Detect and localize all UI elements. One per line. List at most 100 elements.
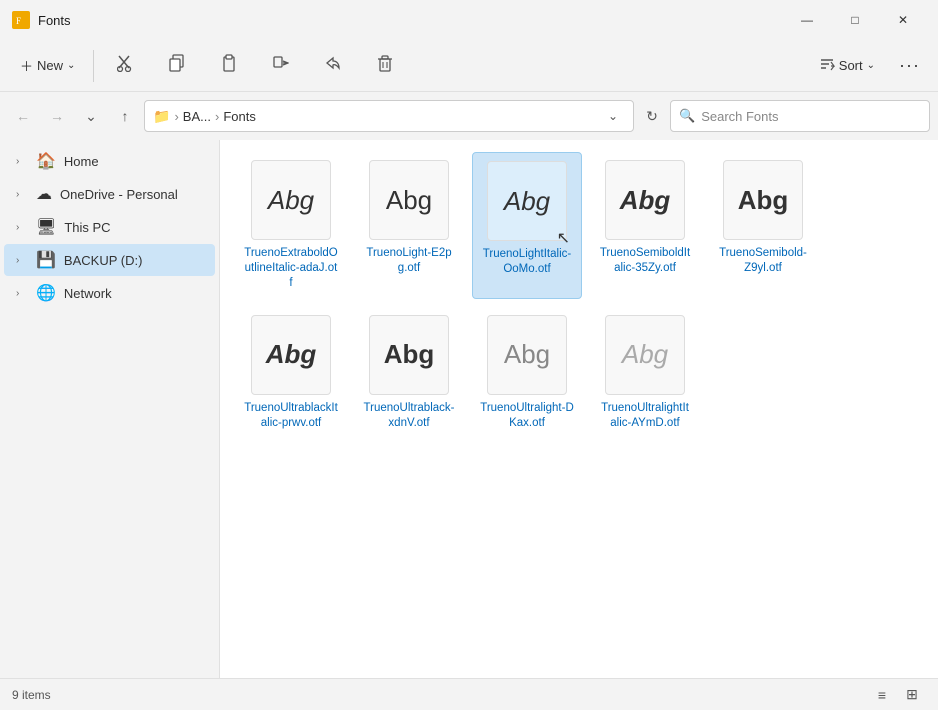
breadcrumb-part1: BA... — [183, 109, 211, 124]
title-bar: F Fonts — □ ✕ — [0, 0, 938, 40]
sidebar-item-label-network: Network — [64, 286, 112, 301]
breadcrumb-expand-icon: ⌄ — [608, 109, 618, 123]
font-name-2: TruenoLight-E2pg.otf — [362, 246, 456, 276]
breadcrumb-part2: Fonts — [223, 109, 256, 124]
breadcrumb-expand-button[interactable]: ⌄ — [601, 104, 625, 128]
window-title: Fonts — [38, 13, 784, 28]
back-button[interactable]: ← — [8, 101, 38, 131]
address-row: ← → ⌄ ↑ 📁 › BA... › Fonts ⌄ ↻ 🔍 Search F… — [0, 92, 938, 140]
sort-button[interactable]: Sort ⌄ — [807, 48, 887, 84]
file-item-6[interactable]: Abg TruenoUltrablackItalic-prwv.otf — [236, 307, 346, 439]
cut-button[interactable] — [100, 44, 150, 88]
sidebar-item-backup[interactable]: › 💾 BACKUP (D:) — [4, 244, 215, 276]
font-preview-text-7: Abg — [384, 339, 435, 370]
file-item-2[interactable]: Abg TruenoLight-E2pg.otf — [354, 152, 464, 299]
file-grid: Abg TruenoExtraboldOutlineItalic-adaJ.ot… — [236, 152, 922, 439]
refresh-icon: ↻ — [646, 108, 658, 125]
font-preview-3: Abg ↖ — [487, 161, 567, 241]
file-item-5[interactable]: Abg TruenoSemibold-Z9yl.otf — [708, 152, 818, 299]
sort-icon — [819, 56, 835, 75]
file-item-4[interactable]: Abg TruenoSemiboldItalic-35Zy.otf — [590, 152, 700, 299]
breadcrumb-sep-1: › — [215, 109, 219, 124]
file-item-1[interactable]: Abg TruenoExtraboldOutlineItalic-adaJ.ot… — [236, 152, 346, 299]
expand-arrow-thispc: › — [16, 222, 28, 233]
font-name-3: TruenoLightItalic-OoMo.otf — [481, 247, 573, 277]
cut-icon — [117, 54, 133, 77]
font-preview-2: Abg — [369, 160, 449, 240]
up-button[interactable]: ↑ — [110, 101, 140, 131]
file-item-8[interactable]: Abg TruenoUltralight-DKax.otf — [472, 307, 582, 439]
list-view-icon: ≡ — [878, 687, 886, 703]
font-preview-5: Abg — [723, 160, 803, 240]
file-item-9[interactable]: Abg TruenoUltralightItalic-AYmD.otf — [590, 307, 700, 439]
sidebar-item-label-onedrive: OneDrive - Personal — [60, 187, 178, 202]
expand-arrow-network: › — [16, 288, 28, 299]
maximize-button[interactable]: □ — [832, 4, 878, 36]
move-icon — [273, 54, 289, 77]
font-preview-text-8: Abg — [504, 339, 550, 370]
sort-dropdown-icon: ⌄ — [867, 60, 875, 71]
address-bar[interactable]: 📁 › BA... › Fonts ⌄ — [144, 100, 634, 132]
forward-icon: → — [50, 108, 64, 124]
file-item-7[interactable]: Abg TruenoUltrablack-xdnV.otf — [354, 307, 464, 439]
sidebar-item-label-home: Home — [64, 154, 99, 169]
file-item-3[interactable]: Abg ↖ TruenoLightItalic-OoMo.otf — [472, 152, 582, 299]
network-icon: 🌐 — [36, 283, 56, 303]
forward-button[interactable]: → — [42, 101, 72, 131]
font-preview-7: Abg — [369, 315, 449, 395]
expand-arrow-onedrive: › — [16, 189, 28, 200]
breadcrumb-sep-0: › — [174, 109, 178, 124]
delete-button[interactable] — [360, 44, 410, 88]
close-button[interactable]: ✕ — [880, 4, 926, 36]
font-name-6: TruenoUltrablackItalic-prwv.otf — [244, 401, 338, 431]
more-icon: ··· — [899, 55, 920, 76]
back-icon: ← — [16, 108, 30, 124]
search-box[interactable]: 🔍 Search Fonts — [670, 100, 930, 132]
font-preview-4: Abg — [605, 160, 685, 240]
new-dropdown-icon: ⌄ — [67, 60, 75, 71]
sidebar-item-onedrive[interactable]: › ☁ OneDrive - Personal — [4, 178, 215, 210]
up-icon: ↑ — [122, 108, 129, 124]
grid-view-button[interactable]: ⊞ — [898, 683, 926, 707]
backup-icon: 💾 — [36, 250, 56, 270]
share-button[interactable] — [308, 44, 358, 88]
sidebar-item-thispc[interactable]: › 🖥 This PC — [4, 211, 215, 243]
expand-arrow-backup: › — [16, 255, 28, 266]
paste-button[interactable] — [204, 44, 254, 88]
new-icon: ＋ — [20, 56, 33, 75]
copy-button[interactable] — [152, 44, 202, 88]
svg-text:F: F — [16, 16, 21, 26]
font-preview-6: Abg — [251, 315, 331, 395]
font-preview-text-2: Abg — [386, 185, 432, 216]
window-controls: — □ ✕ — [784, 4, 926, 36]
search-placeholder: Search Fonts — [701, 109, 778, 124]
font-preview-8: Abg — [487, 315, 567, 395]
sidebar-item-network[interactable]: › 🌐 Network — [4, 277, 215, 309]
list-view-button[interactable]: ≡ — [868, 683, 896, 707]
new-button[interactable]: ＋ New ⌄ — [8, 48, 87, 84]
share-icon — [325, 54, 341, 77]
cursor-icon: ↖ — [557, 228, 570, 248]
home-icon: 🏠 — [36, 151, 56, 171]
toolbar-separator-1 — [93, 50, 94, 82]
thispc-icon: 🖥 — [36, 217, 56, 237]
search-icon: 🔍 — [679, 108, 695, 124]
dropdown-button[interactable]: ⌄ — [76, 101, 106, 131]
refresh-button[interactable]: ↻ — [638, 102, 666, 130]
font-preview-text-5: Abg — [738, 185, 789, 216]
onedrive-icon: ☁ — [36, 184, 52, 204]
toolbar: ＋ New ⌄ — [0, 40, 938, 92]
font-preview-text-3: Abg — [504, 186, 550, 217]
expand-arrow-home: › — [16, 156, 28, 167]
font-name-5: TruenoSemibold-Z9yl.otf — [716, 246, 810, 276]
sidebar-item-label-backup: BACKUP (D:) — [64, 253, 143, 268]
font-preview-text-4: Abg — [620, 185, 671, 216]
minimize-button[interactable]: — — [784, 4, 830, 36]
main-content: › 🏠 Home › ☁ OneDrive - Personal › 🖥 Thi… — [0, 140, 938, 678]
sidebar-item-label-thispc: This PC — [64, 220, 110, 235]
sidebar-item-home[interactable]: › 🏠 Home — [4, 145, 215, 177]
more-button[interactable]: ··· — [889, 44, 930, 88]
move-button[interactable] — [256, 44, 306, 88]
font-name-1: TruenoExtraboldOutlineItalic-adaJ.otf — [244, 246, 338, 291]
font-preview-text-6: Abg — [266, 339, 317, 370]
